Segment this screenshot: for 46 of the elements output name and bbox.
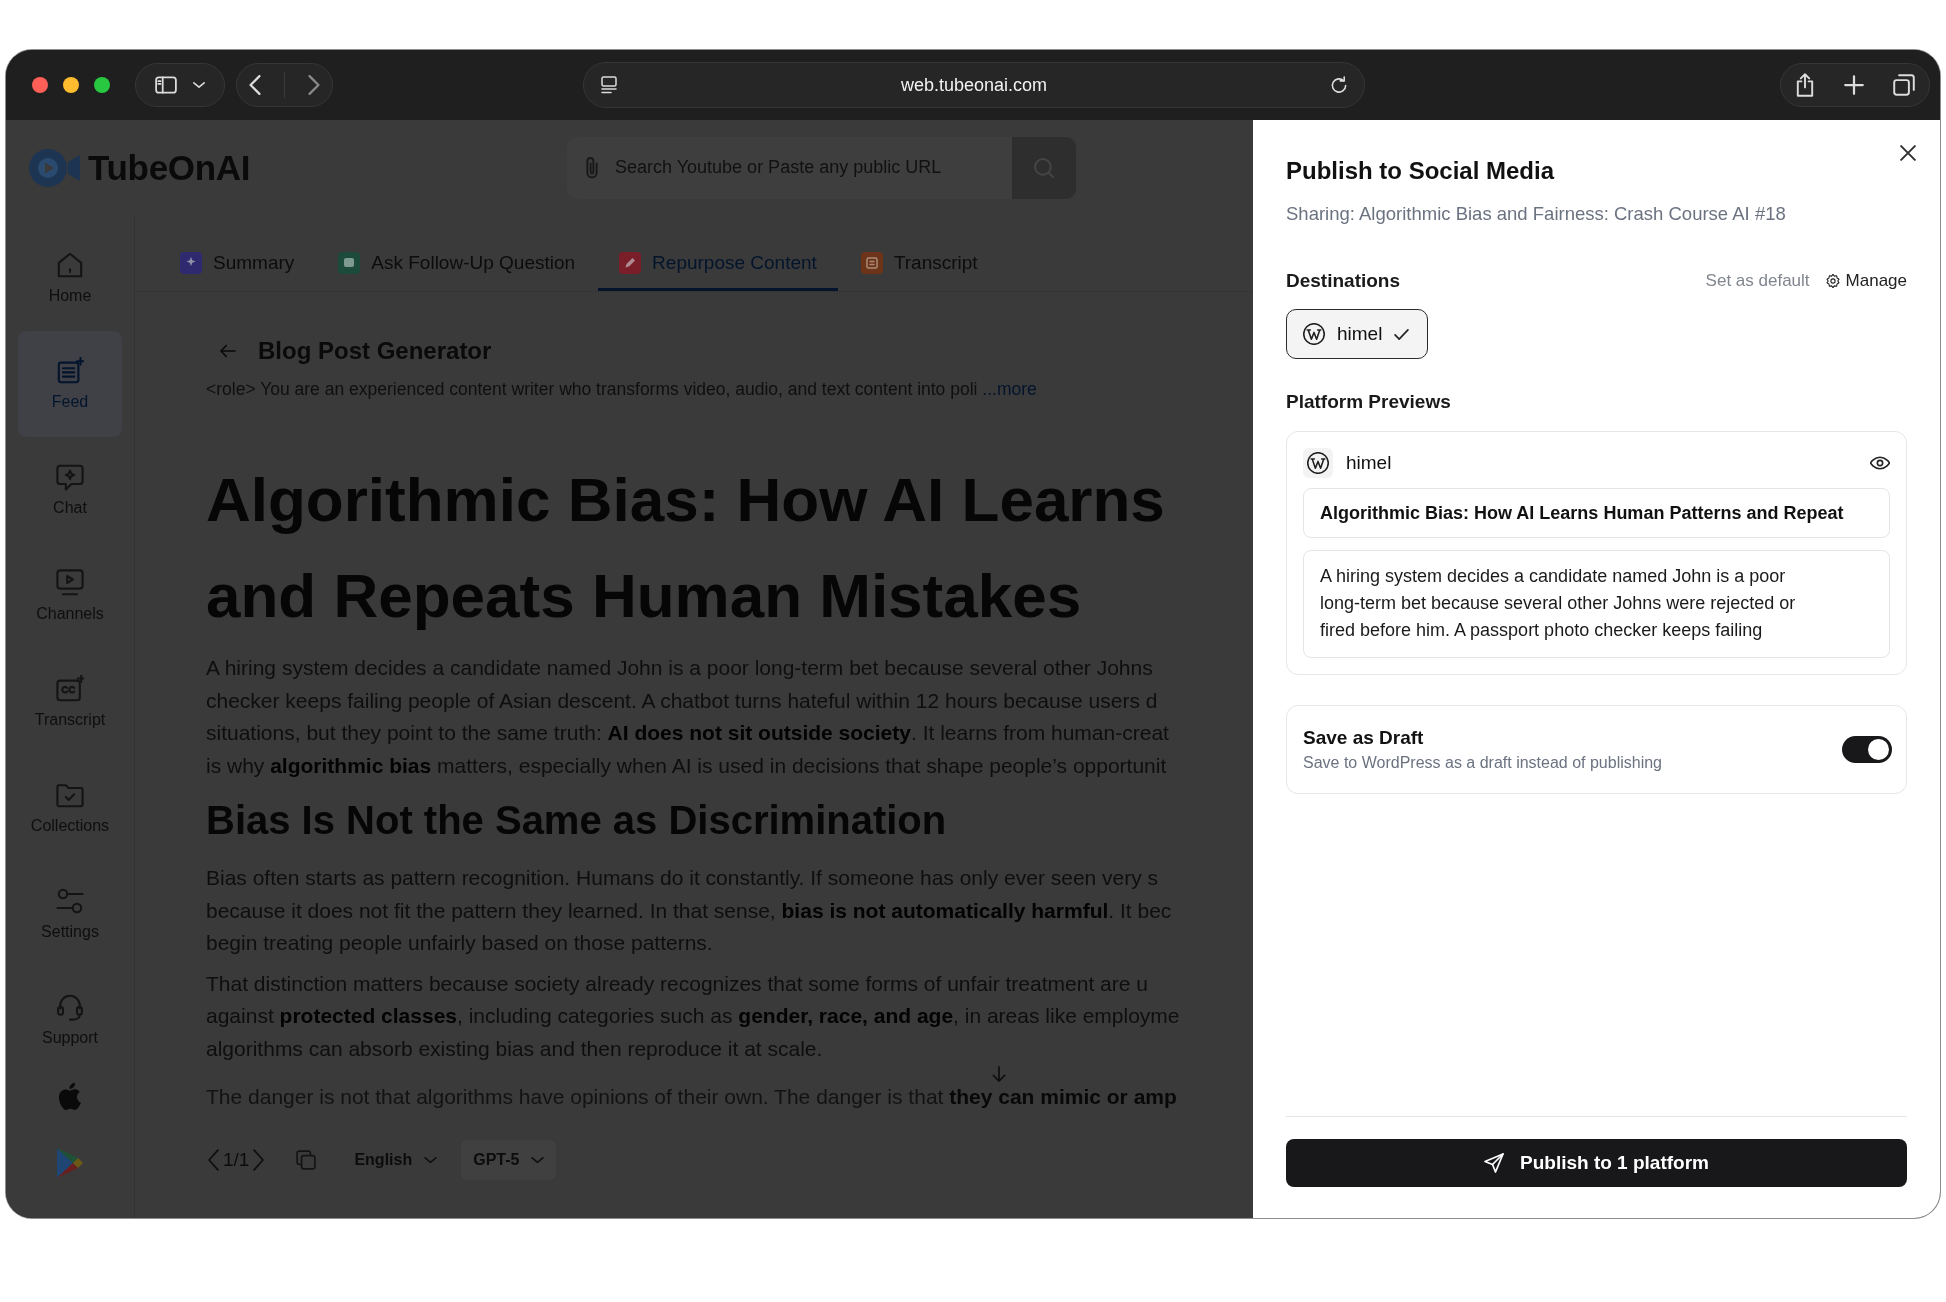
headset-icon [56, 993, 84, 1021]
body-textarea[interactable]: A hiring system decides a candidate named John is a poor long-term bet because several other Johns were rejected or fired before him. A passport photo checker keeps failing [1303, 550, 1890, 658]
send-icon [1484, 1153, 1504, 1173]
sidebar-toggle-icon[interactable] [155, 76, 177, 94]
page-menu-icon[interactable] [600, 76, 618, 94]
captions-icon [56, 675, 84, 703]
set-default-button[interactable]: Set as default [1705, 271, 1810, 291]
chevron-down-icon[interactable] [193, 81, 205, 89]
more-link[interactable]: ...more [982, 379, 1037, 399]
list-plus-icon [56, 357, 84, 385]
tab[interactable]: Repurpose Content [598, 235, 838, 291]
share-icon[interactable] [1795, 73, 1816, 97]
home-icon [56, 251, 84, 279]
chevron-right-icon[interactable] [308, 75, 321, 95]
close-window-icon[interactable] [32, 77, 48, 93]
manage-button[interactable]: Manage [1825, 271, 1907, 291]
reload-icon[interactable] [1330, 76, 1348, 94]
folder-check-icon [56, 781, 84, 809]
caret-icon [424, 1156, 438, 1164]
caret-icon [531, 1156, 545, 1164]
zoom-window-icon[interactable] [94, 77, 110, 93]
publish-button[interactable]: Publish to 1 platform [1286, 1139, 1907, 1187]
tabs-icon[interactable] [1892, 74, 1915, 96]
logo-icon [28, 147, 80, 188]
panel-subtitle: Sharing: Algorithmic Bias and Fairness: Crash Course AI #18 [1286, 202, 1787, 226]
sidebar-item[interactable]: Feed [18, 331, 122, 437]
destination-chip[interactable]: himel [1286, 309, 1429, 359]
section-label: Destinations [1286, 270, 1401, 292]
eye-icon[interactable] [1870, 456, 1890, 470]
minimize-window-icon[interactable] [63, 77, 79, 93]
panel-title: Publish to Social Media [1286, 156, 1556, 186]
paperclip-icon[interactable] [585, 155, 599, 180]
check-icon [1394, 328, 1410, 340]
section-label: Platform Previews [1286, 391, 1452, 413]
account-name: himel [1346, 452, 1393, 474]
settings-icon [56, 887, 84, 915]
close-icon[interactable] [1900, 145, 1916, 161]
title-input[interactable]: Algorithmic Bias: How AI Learns Human Patterns and Repeat [1303, 488, 1890, 538]
chat-sparkle-icon [56, 463, 84, 491]
draft-toggle[interactable] [1842, 736, 1892, 763]
gear-icon [1825, 274, 1840, 288]
address-bar[interactable]: web.tubeonai.com [583, 62, 1365, 108]
plus-icon[interactable] [1844, 75, 1864, 95]
draft-title: Save as Draft [1303, 727, 1424, 749]
video-screen-icon [56, 569, 84, 597]
draft-description: Save to WordPress as a draft instead of publishing [1303, 754, 1662, 772]
